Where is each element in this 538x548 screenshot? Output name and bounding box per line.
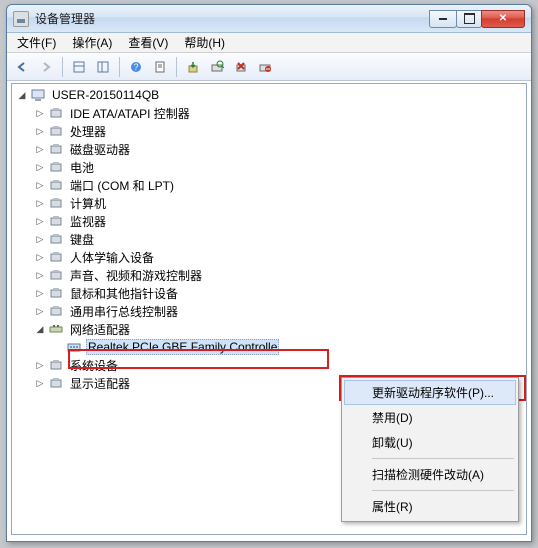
help-button[interactable]: ? xyxy=(125,56,147,78)
ctx-scan[interactable]: 扫描检测硬件改动(A) xyxy=(344,462,516,487)
context-menu: 更新驱动程序软件(P)... 禁用(D) 卸载(U) 扫描检测硬件改动(A) 属… xyxy=(341,377,519,522)
tree-category[interactable]: ▷ 通用串行总线控制器 xyxy=(12,302,526,320)
tree-category[interactable]: ▷ IDE ATA/ATAPI 控制器 xyxy=(12,104,526,122)
tree-label: 键盘 xyxy=(68,230,96,249)
forward-button[interactable] xyxy=(35,56,57,78)
tree-category[interactable]: ▷ 端口 (COM 和 LPT) xyxy=(12,176,526,194)
app-icon xyxy=(13,11,29,27)
tree-label: 端口 (COM 和 LPT) xyxy=(68,176,176,195)
ctx-update-driver[interactable]: 更新驱动程序软件(P)... xyxy=(344,380,516,405)
device-icon xyxy=(48,267,64,283)
device-icon xyxy=(48,285,64,301)
tree-category[interactable]: ▷ 处理器 xyxy=(12,122,526,140)
twisty-closed-icon[interactable]: ▷ xyxy=(34,143,46,155)
menu-help[interactable]: 帮助(H) xyxy=(178,33,231,52)
minimize-button[interactable] xyxy=(429,10,457,28)
device-manager-window: 设备管理器 文件(F) 操作(A) 查看(V) 帮助(H) ? ◢ USER-20… xyxy=(6,4,532,542)
device-icon xyxy=(48,105,64,121)
tree-category[interactable]: ▷ 监视器 xyxy=(12,212,526,230)
tree-category[interactable]: ◢ 网络适配器 xyxy=(12,320,526,338)
ctx-properties[interactable]: 属性(R) xyxy=(344,494,516,519)
update-driver-button[interactable] xyxy=(182,56,204,78)
tree-label: 计算机 xyxy=(68,194,108,213)
device-icon xyxy=(48,357,64,373)
twisty-closed-icon[interactable]: ▷ xyxy=(34,287,46,299)
menu-action[interactable]: 操作(A) xyxy=(66,33,118,52)
maximize-button[interactable] xyxy=(456,10,482,28)
tree-category[interactable]: ▷ 鼠标和其他指针设备 xyxy=(12,284,526,302)
twisty-open-icon[interactable]: ◢ xyxy=(16,89,28,101)
twisty-closed-icon[interactable]: ▷ xyxy=(34,305,46,317)
close-button[interactable] xyxy=(481,10,525,28)
device-icon xyxy=(48,231,64,247)
uninstall-button[interactable] xyxy=(230,56,252,78)
tree-label: 电池 xyxy=(68,158,96,177)
twisty-closed-icon[interactable]: ▷ xyxy=(34,215,46,227)
tree-label: 监视器 xyxy=(68,212,108,231)
tree-category[interactable]: ▷ 磁盘驱动器 xyxy=(12,140,526,158)
view-button-2[interactable] xyxy=(92,56,114,78)
device-icon xyxy=(48,159,64,175)
window-title: 设备管理器 xyxy=(35,10,430,27)
twisty-open-icon[interactable]: ◢ xyxy=(34,323,46,335)
twisty-closed-icon[interactable]: ▷ xyxy=(34,269,46,281)
tree-label: 通用串行总线控制器 xyxy=(68,302,180,321)
tree-category[interactable]: ▷ 人体学输入设备 xyxy=(12,248,526,266)
twisty-closed-icon[interactable]: ▷ xyxy=(34,197,46,209)
twisty-closed-icon[interactable]: ▷ xyxy=(34,377,46,389)
back-button[interactable] xyxy=(11,56,33,78)
device-icon xyxy=(48,195,64,211)
ctx-separator xyxy=(372,490,514,491)
tree-label: 网络适配器 xyxy=(68,320,132,339)
tree-label: Realtek PCIe GBE Family Controlle xyxy=(86,339,279,355)
twisty-closed-icon[interactable]: ▷ xyxy=(34,233,46,245)
menu-view[interactable]: 查看(V) xyxy=(122,33,174,52)
ctx-separator xyxy=(372,458,514,459)
device-icon xyxy=(48,321,64,337)
tree-category[interactable]: ▷ 声音、视频和游戏控制器 xyxy=(12,266,526,284)
scan-hardware-button[interactable] xyxy=(206,56,228,78)
tree-category[interactable]: ▷ 电池 xyxy=(12,158,526,176)
device-icon xyxy=(48,303,64,319)
toolbar: ? xyxy=(7,53,531,81)
twisty-closed-icon[interactable]: ▷ xyxy=(34,161,46,173)
tree-label: 显示适配器 xyxy=(68,374,132,393)
menu-file[interactable]: 文件(F) xyxy=(11,33,62,52)
tree-label: IDE ATA/ATAPI 控制器 xyxy=(68,104,192,123)
device-icon xyxy=(30,87,46,103)
tree-root[interactable]: ◢ USER-20150114QB xyxy=(12,86,526,104)
menubar: 文件(F) 操作(A) 查看(V) 帮助(H) xyxy=(7,33,531,53)
tree-category[interactable]: ▷ 计算机 xyxy=(12,194,526,212)
device-icon xyxy=(48,177,64,193)
device-icon xyxy=(48,141,64,157)
disable-button[interactable] xyxy=(254,56,276,78)
device-icon xyxy=(48,249,64,265)
properties-button[interactable] xyxy=(149,56,171,78)
device-icon xyxy=(66,339,82,355)
tree-label: 系统设备 xyxy=(68,356,120,375)
tree-label: 磁盘驱动器 xyxy=(68,140,132,159)
device-icon xyxy=(48,213,64,229)
titlebar[interactable]: 设备管理器 xyxy=(7,5,531,33)
tree-label: 人体学输入设备 xyxy=(68,248,156,267)
twisty-closed-icon[interactable]: ▷ xyxy=(34,125,46,137)
tree-category[interactable]: ▷ 键盘 xyxy=(12,230,526,248)
ctx-uninstall[interactable]: 卸载(U) xyxy=(344,430,516,455)
svg-text:?: ? xyxy=(133,62,138,72)
tree-label: 处理器 xyxy=(68,122,108,141)
device-icon xyxy=(48,123,64,139)
tree-label: 鼠标和其他指针设备 xyxy=(68,284,180,303)
twisty-closed-icon[interactable]: ▷ xyxy=(34,107,46,119)
tree-label: USER-20150114QB xyxy=(50,87,161,103)
twisty-closed-icon[interactable]: ▷ xyxy=(34,359,46,371)
ctx-disable[interactable]: 禁用(D) xyxy=(344,405,516,430)
device-icon xyxy=(48,375,64,391)
tree-device-selected[interactable]: Realtek PCIe GBE Family Controlle xyxy=(12,338,526,356)
tree-label: 声音、视频和游戏控制器 xyxy=(68,266,204,285)
view-button-1[interactable] xyxy=(68,56,90,78)
tree-category[interactable]: ▷ 系统设备 xyxy=(12,356,526,374)
twisty-closed-icon[interactable]: ▷ xyxy=(34,251,46,263)
twisty-closed-icon[interactable]: ▷ xyxy=(34,179,46,191)
